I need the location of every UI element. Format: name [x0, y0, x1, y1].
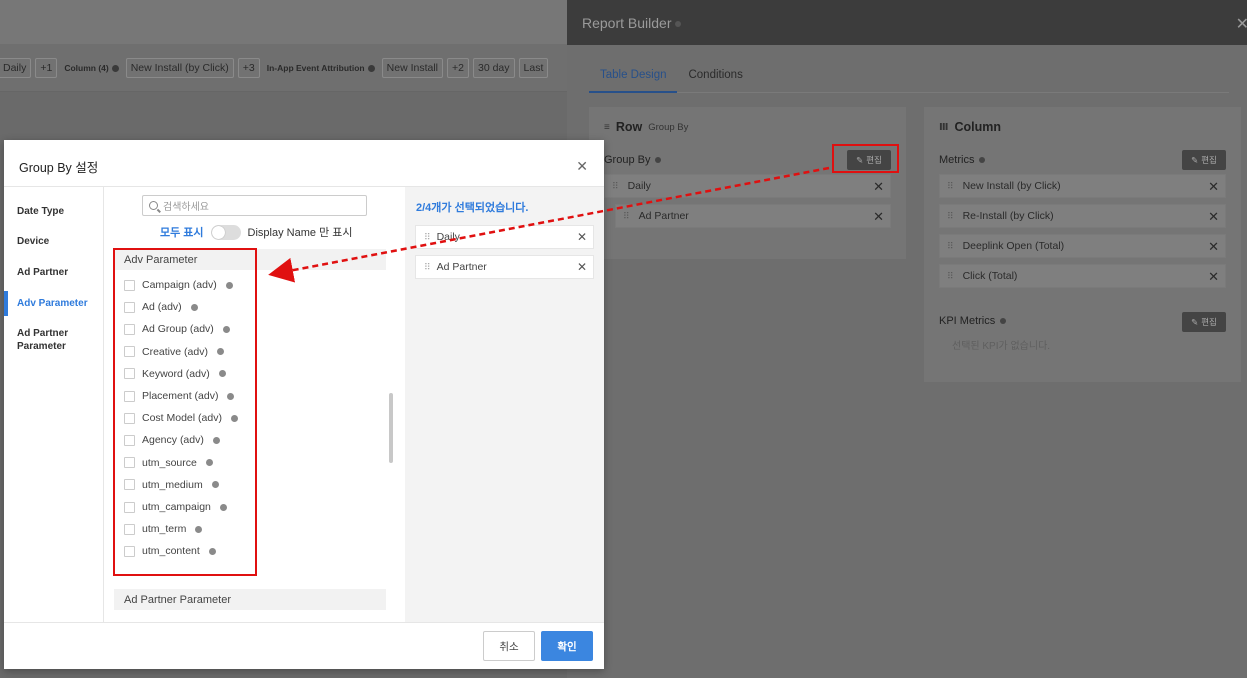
modal-header: Group By 설정 ✕ — [4, 140, 604, 187]
kpi-empty-text: 선택된 KPI가 없습니다. — [952, 341, 1051, 352]
info-icon — [979, 157, 986, 163]
confirm-button[interactable]: 확인 — [541, 631, 593, 661]
toolbar-chip[interactable]: Daily — [0, 58, 32, 78]
metrics-edit-button[interactable]: ✎ 편집 — [1182, 150, 1226, 170]
selected-count: 2/4개가 선택되었습니다. — [416, 202, 529, 214]
pencil-icon: ✎ — [1191, 154, 1199, 165]
metric-item[interactable]: ⠿ Re-Install (by Click) ✕ — [939, 204, 1226, 228]
toolbar-chip[interactable]: 30 day — [472, 58, 515, 78]
selected-item[interactable]: ⠿ Ad Partner ✕ — [415, 255, 594, 279]
drag-handle-icon[interactable]: ⠿ — [612, 181, 619, 192]
drag-handle-icon[interactable]: ⠿ — [424, 262, 431, 273]
remove-icon[interactable]: ✕ — [873, 179, 884, 195]
group-by-label: Group By — [604, 154, 662, 166]
column-panel-title: Ⅲ Column — [939, 120, 1001, 134]
kpi-metrics-label: KPI Metrics — [939, 315, 1007, 327]
toolbar-chip[interactable]: Last — [518, 58, 549, 78]
row-panel: ≡ Row Group By Group By ✎ 편집 ⠿ Daily ✕ ⠿ … — [589, 107, 906, 259]
row-icon: ≡ — [604, 121, 610, 133]
report-builder-drawer: Report Builder ✕ Table Design Conditions… — [567, 0, 1247, 678]
remove-icon[interactable]: ✕ — [1208, 209, 1219, 225]
drag-handle-icon[interactable]: ⠿ — [947, 271, 954, 282]
metric-item[interactable]: ⠿ New Install (by Click) ✕ — [939, 174, 1226, 198]
display-name-label: Display Name 만 표시 — [247, 227, 353, 239]
search-icon — [149, 201, 158, 210]
highlight-box-edit — [832, 144, 899, 173]
row-panel-title: ≡ Row Group By — [604, 120, 689, 134]
toolbar-chip[interactable]: +1 — [35, 58, 58, 78]
toolbar-label: In-App Event Attribution — [264, 63, 378, 73]
toolbar-chip[interactable]: New Install (by Click) — [125, 58, 234, 78]
drag-handle-icon[interactable]: ⠿ — [424, 232, 431, 243]
toolbar-chip[interactable]: New Install — [381, 58, 443, 78]
drag-handle-icon[interactable]: ⠿ — [623, 211, 630, 222]
modal-footer: 취소 확인 — [4, 622, 604, 669]
info-icon — [367, 64, 375, 72]
display-toggle-row: 모두 표시 Display Name 만 표시 — [160, 224, 352, 240]
remove-icon[interactable]: ✕ — [577, 260, 587, 274]
show-all-label: 모두 표시 — [160, 227, 204, 239]
remove-icon[interactable]: ✕ — [1208, 239, 1219, 255]
remove-icon[interactable]: ✕ — [873, 209, 884, 225]
background-header — [0, 0, 567, 44]
group-by-modal: Group By 설정 ✕ Date Type Device Ad Partner A… — [4, 140, 604, 669]
remove-icon[interactable]: ✕ — [1208, 269, 1219, 285]
column-panel: Ⅲ Column Metrics ✎ 편집 ⠿ New Install (by Cl… — [924, 107, 1241, 382]
drawer-title: Report Builder — [582, 15, 672, 31]
category-ad-partner-parameter[interactable]: Ad Partner Parameter — [4, 327, 104, 353]
category-nav: Date Type Device Ad Partner Adv Parameter Ad… — [4, 187, 104, 622]
close-icon[interactable]: ✕ — [1236, 14, 1247, 34]
tab-conditions[interactable]: Conditions — [677, 66, 753, 93]
metric-item[interactable]: ⠿ Deeplink Open (Total) ✕ — [939, 234, 1226, 258]
drawer-header: Report Builder ✕ — [567, 0, 1247, 45]
info-icon — [111, 64, 119, 72]
kpi-edit-button[interactable]: ✎ 편집 — [1182, 312, 1226, 332]
remove-icon[interactable]: ✕ — [1208, 179, 1219, 195]
scrollbar[interactable] — [389, 393, 393, 463]
selected-pane: 2/4개가 선택되었습니다. ⠿ Daily ✕ ⠿ Ad Partner ✕ — [405, 187, 604, 622]
toolbar-chip[interactable]: +2 — [447, 58, 469, 78]
group-header-ad-partner-parameter: Ad Partner Parameter — [114, 589, 386, 610]
category-ad-partner[interactable]: Ad Partner — [4, 266, 104, 279]
category-device[interactable]: Device — [4, 235, 104, 248]
selected-item[interactable]: ⠿ Daily ✕ — [415, 225, 594, 249]
toolbar-chip[interactable]: +3 — [237, 58, 260, 78]
info-icon — [1000, 318, 1007, 324]
display-name-toggle[interactable] — [210, 224, 241, 240]
group-by-item[interactable]: ⠿ Ad Partner ✕ — [615, 204, 891, 228]
category-adv-parameter[interactable]: Adv Parameter — [4, 291, 104, 316]
cancel-button[interactable]: 취소 — [483, 631, 535, 661]
drag-handle-icon[interactable]: ⠿ — [947, 211, 954, 222]
info-icon — [674, 21, 681, 28]
metrics-label: Metrics — [939, 154, 986, 166]
remove-icon[interactable]: ✕ — [577, 230, 587, 244]
metric-item[interactable]: ⠿ Click (Total) ✕ — [939, 264, 1226, 288]
close-icon[interactable]: ✕ — [576, 158, 588, 175]
info-icon — [655, 157, 662, 163]
group-by-item[interactable]: ⠿ Daily ✕ — [604, 174, 891, 198]
tab-table-design[interactable]: Table Design — [589, 66, 678, 93]
modal-title: Group By 설정 — [19, 161, 99, 175]
builder-tabs: Table Design Conditions — [589, 66, 1229, 93]
column-icon: Ⅲ — [939, 121, 949, 133]
highlight-box-options — [113, 248, 257, 576]
toolbar-label: Column (4) — [61, 63, 121, 73]
category-date-type[interactable]: Date Type — [4, 205, 104, 218]
pencil-icon: ✎ — [1191, 316, 1199, 327]
drag-handle-icon[interactable]: ⠿ — [947, 181, 954, 192]
drag-handle-icon[interactable]: ⠿ — [947, 241, 954, 252]
search-input[interactable]: 검색하세요 — [142, 195, 367, 216]
toolbar-chips: Daily +1 Column (4) New Install (by Click) +… — [0, 58, 549, 78]
